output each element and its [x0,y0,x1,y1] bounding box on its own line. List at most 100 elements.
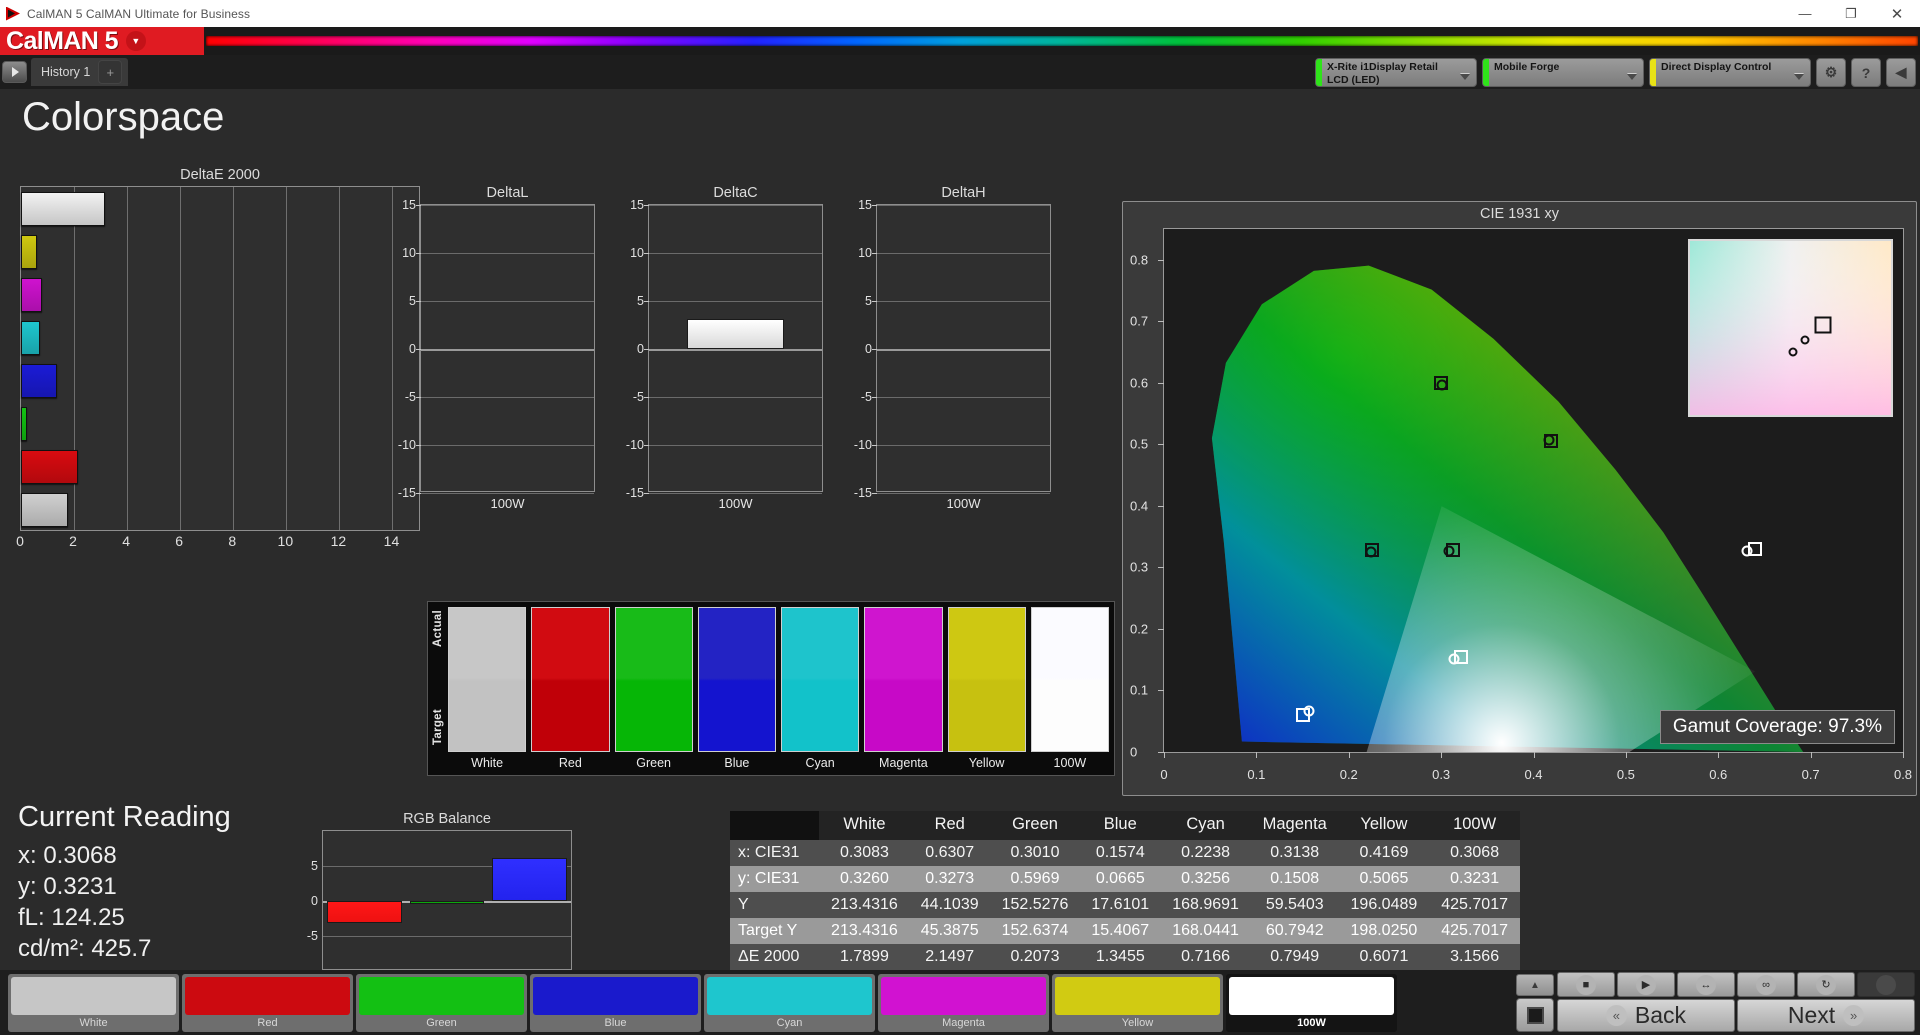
cie-y-tickmark [1158,321,1164,322]
swatch-label: Blue [698,752,776,775]
tab-history-1[interactable]: History 1 + [31,58,128,86]
deltae-2000-xaxis: 02468101214 [20,531,420,553]
chevron-left-icon: « [1606,1005,1627,1026]
y-axis-tickmark [416,349,421,350]
calman-logo[interactable]: CalMAN 5 ▼ [0,27,204,55]
y-axis-tick: -5 [861,390,872,404]
deltae-bar-green [21,407,27,441]
y-axis-tick: 5 [409,294,416,308]
table-cell: 0.1574 [1080,840,1160,866]
source-select[interactable]: Mobile Forge [1482,58,1644,87]
close-button[interactable]: ✕ [1874,0,1920,27]
y-axis-tick: -15 [854,486,872,500]
y-axis-tick: 0 [637,342,644,356]
swatch-label: White [448,752,526,775]
reading-cdm2: cd/m²: 425.7 [18,935,231,963]
chevron-down-icon[interactable] [1788,59,1810,86]
blank-icon [1876,975,1896,995]
cie-x-tick: 0.1 [1247,767,1265,782]
deltae-xtick: 10 [278,533,294,549]
table-col-header-cyan: Cyan [1160,811,1251,840]
table-cell: 0.2238 [1160,840,1251,866]
meter-select[interactable]: X-Rite i1Display Retail LCD (LED) [1315,58,1477,87]
patch-button-cyan[interactable]: Cyan [704,974,875,1032]
cie-x-tick: 0.4 [1524,767,1542,782]
expand-up-icon[interactable]: ▲ [1516,974,1554,996]
maximize-button[interactable]: ❐ [1828,0,1874,27]
chevron-down-icon[interactable] [1621,59,1643,86]
patch-button-magenta[interactable]: Magenta [878,974,1049,1032]
gear-icon[interactable]: ⚙ [1816,58,1846,87]
table-cell: 196.0489 [1339,892,1430,918]
table-body: x: CIE310.30830.63070.30100.15740.22380.… [730,840,1520,970]
table-row: y: CIE310.32600.32730.59690.06650.32560.… [730,866,1520,892]
cie-x-tickmark [1441,752,1442,758]
y-axis-tick: 5 [865,294,872,308]
patch-button-red[interactable]: Red [182,974,353,1032]
gridline [233,187,234,530]
transport-play-icon[interactable]: ▶ [1617,972,1675,997]
delta-bar [687,319,784,349]
measurement-table: WhiteRedGreenBlueCyanMagentaYellow100W x… [730,811,1520,970]
back-button[interactable]: « Back [1557,999,1735,1032]
actual-target-column-red: Red [531,607,609,775]
y-axis-tickmark [872,301,877,302]
swatch-blue [698,607,776,752]
cie-y-tick: 0.4 [1130,498,1148,513]
swatch-cyan [781,607,859,752]
patch-color [1055,977,1220,1015]
y-axis-tick: -15 [398,486,416,500]
transport-loop-infinite-icon[interactable]: ∞ [1737,972,1795,997]
cie-y-tick: 0 [1130,745,1137,760]
deltae-2000-title: DeltaE 2000 [20,167,420,183]
help-icon[interactable]: ? [1851,58,1881,87]
page-title: Colorspace [22,95,224,140]
gridline [649,445,822,446]
cie-x-tickmark [1256,752,1257,758]
gridline [421,493,594,494]
swatch-green [615,607,693,752]
cie-point-target-white [1446,543,1460,557]
patch-button-yellow[interactable]: Yellow [1052,974,1223,1032]
cie-point-target-green [1434,376,1448,390]
cie-inset-gradient [1690,241,1891,415]
patch-label: Green [426,1015,457,1029]
table-cell: 15.4067 [1080,918,1160,944]
patch-button-100w[interactable]: 100W [1226,974,1397,1032]
actual-target-columns: WhiteRedGreenBlueCyanMagentaYellow100W [448,602,1114,775]
loop-infinite-icon: ∞ [1756,975,1776,995]
y-axis-tick: 10 [630,246,644,260]
y-axis-tick: -10 [626,438,644,452]
deltah-plot: 151050-5-10-15 [876,204,1051,492]
patch-color [185,977,350,1015]
play-button[interactable] [2,61,27,83]
transport-step-icon[interactable]: ↔ [1677,972,1735,997]
deltae-xtick: 12 [331,533,347,549]
swatch-label: 100W [1031,752,1109,775]
inset-measured-point [1800,336,1809,345]
transport-stop-icon[interactable]: ■ [1557,972,1615,997]
y-axis-tick: 0 [409,342,416,356]
minimize-button[interactable]: — [1782,0,1828,27]
transport-controls: ■▶↔ ∞ ↻ [1557,972,1915,997]
chevron-down-icon[interactable] [1454,59,1476,86]
y-axis-tickmark [416,493,421,494]
cie-1931-plot: Gamut Coverage: 97.3% 00.10.20.30.40.50.… [1163,228,1904,753]
table-cell: 0.3231 [1429,866,1520,892]
display-control-select[interactable]: Direct Display Control [1649,58,1811,87]
add-tab-button[interactable]: + [98,60,122,84]
collapse-panel-icon[interactable]: ◀ [1886,58,1916,87]
stop-measure-button[interactable] [1516,998,1554,1032]
next-button[interactable]: Next » [1737,999,1915,1032]
patch-button-blue[interactable]: Blue [530,974,701,1032]
patch-button-white[interactable]: White [8,974,179,1032]
transport-refresh-icon[interactable]: ↻ [1797,972,1855,997]
chevron-down-icon[interactable]: ▼ [126,31,146,51]
cie-x-tickmark [1811,752,1812,758]
y-axis-tick: -10 [854,438,872,452]
y-axis-tick: 0 [865,342,872,356]
deltae-xtick: 6 [175,533,183,549]
cie-y-tick: 0.7 [1130,314,1148,329]
patch-button-green[interactable]: Green [356,974,527,1032]
y-axis-tickmark [872,397,877,398]
